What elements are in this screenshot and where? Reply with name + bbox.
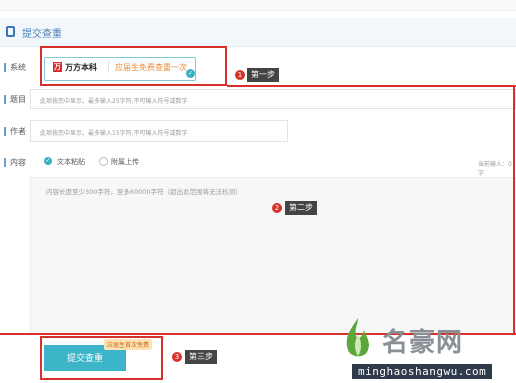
row-marker [4, 127, 6, 136]
char-count: 当前输入：0字 [478, 161, 512, 177]
step3-label: 第三步 [185, 350, 217, 364]
top-border [0, 0, 516, 11]
option-text-paste[interactable]: 文本粘贴 [57, 157, 85, 167]
system-label: 系统 [10, 63, 26, 72]
page-title: 提交查重 [22, 29, 62, 40]
step2-highlight-line [513, 86, 515, 334]
row-marker [4, 158, 6, 167]
radio-text-paste[interactable]: ✓ [44, 157, 52, 165]
author-placeholder: 此项按您中显示，最多输入15字符,不可输入符号或数字 [40, 130, 188, 137]
title-label: 题目 [10, 95, 26, 104]
title-placeholder: 此项按您中显示，最多输入25字符,不可输入符号或数字 [40, 98, 188, 105]
flame-logo-icon [346, 318, 369, 357]
content-textarea[interactable] [30, 177, 516, 334]
watermark-brand: 名豪网 [382, 328, 464, 358]
step3-highlight [40, 336, 163, 380]
step1-highlight [40, 46, 227, 86]
option-file-upload[interactable]: 附属上传 [111, 157, 139, 167]
author-label: 作者 [10, 127, 26, 136]
document-icon [6, 26, 15, 37]
watermark-url: minghaoshangwu.com [352, 364, 493, 379]
section-header [0, 18, 516, 47]
step3-badge: 3 [172, 352, 182, 362]
step1-badge: 1 [235, 70, 245, 80]
step1-label: 第一步 [247, 68, 279, 82]
step1-highlight-line [227, 85, 516, 87]
content-placeholder: 内容长度至少300字符，至多60000字符（超出此范围将无法检测） [46, 188, 242, 196]
row-marker [4, 63, 6, 72]
row-marker [4, 95, 6, 104]
step2-label: 第二步 [285, 201, 317, 215]
step2-badge: 2 [272, 203, 282, 213]
radio-file-upload[interactable] [99, 157, 108, 166]
content-label: 内容 [10, 158, 26, 167]
